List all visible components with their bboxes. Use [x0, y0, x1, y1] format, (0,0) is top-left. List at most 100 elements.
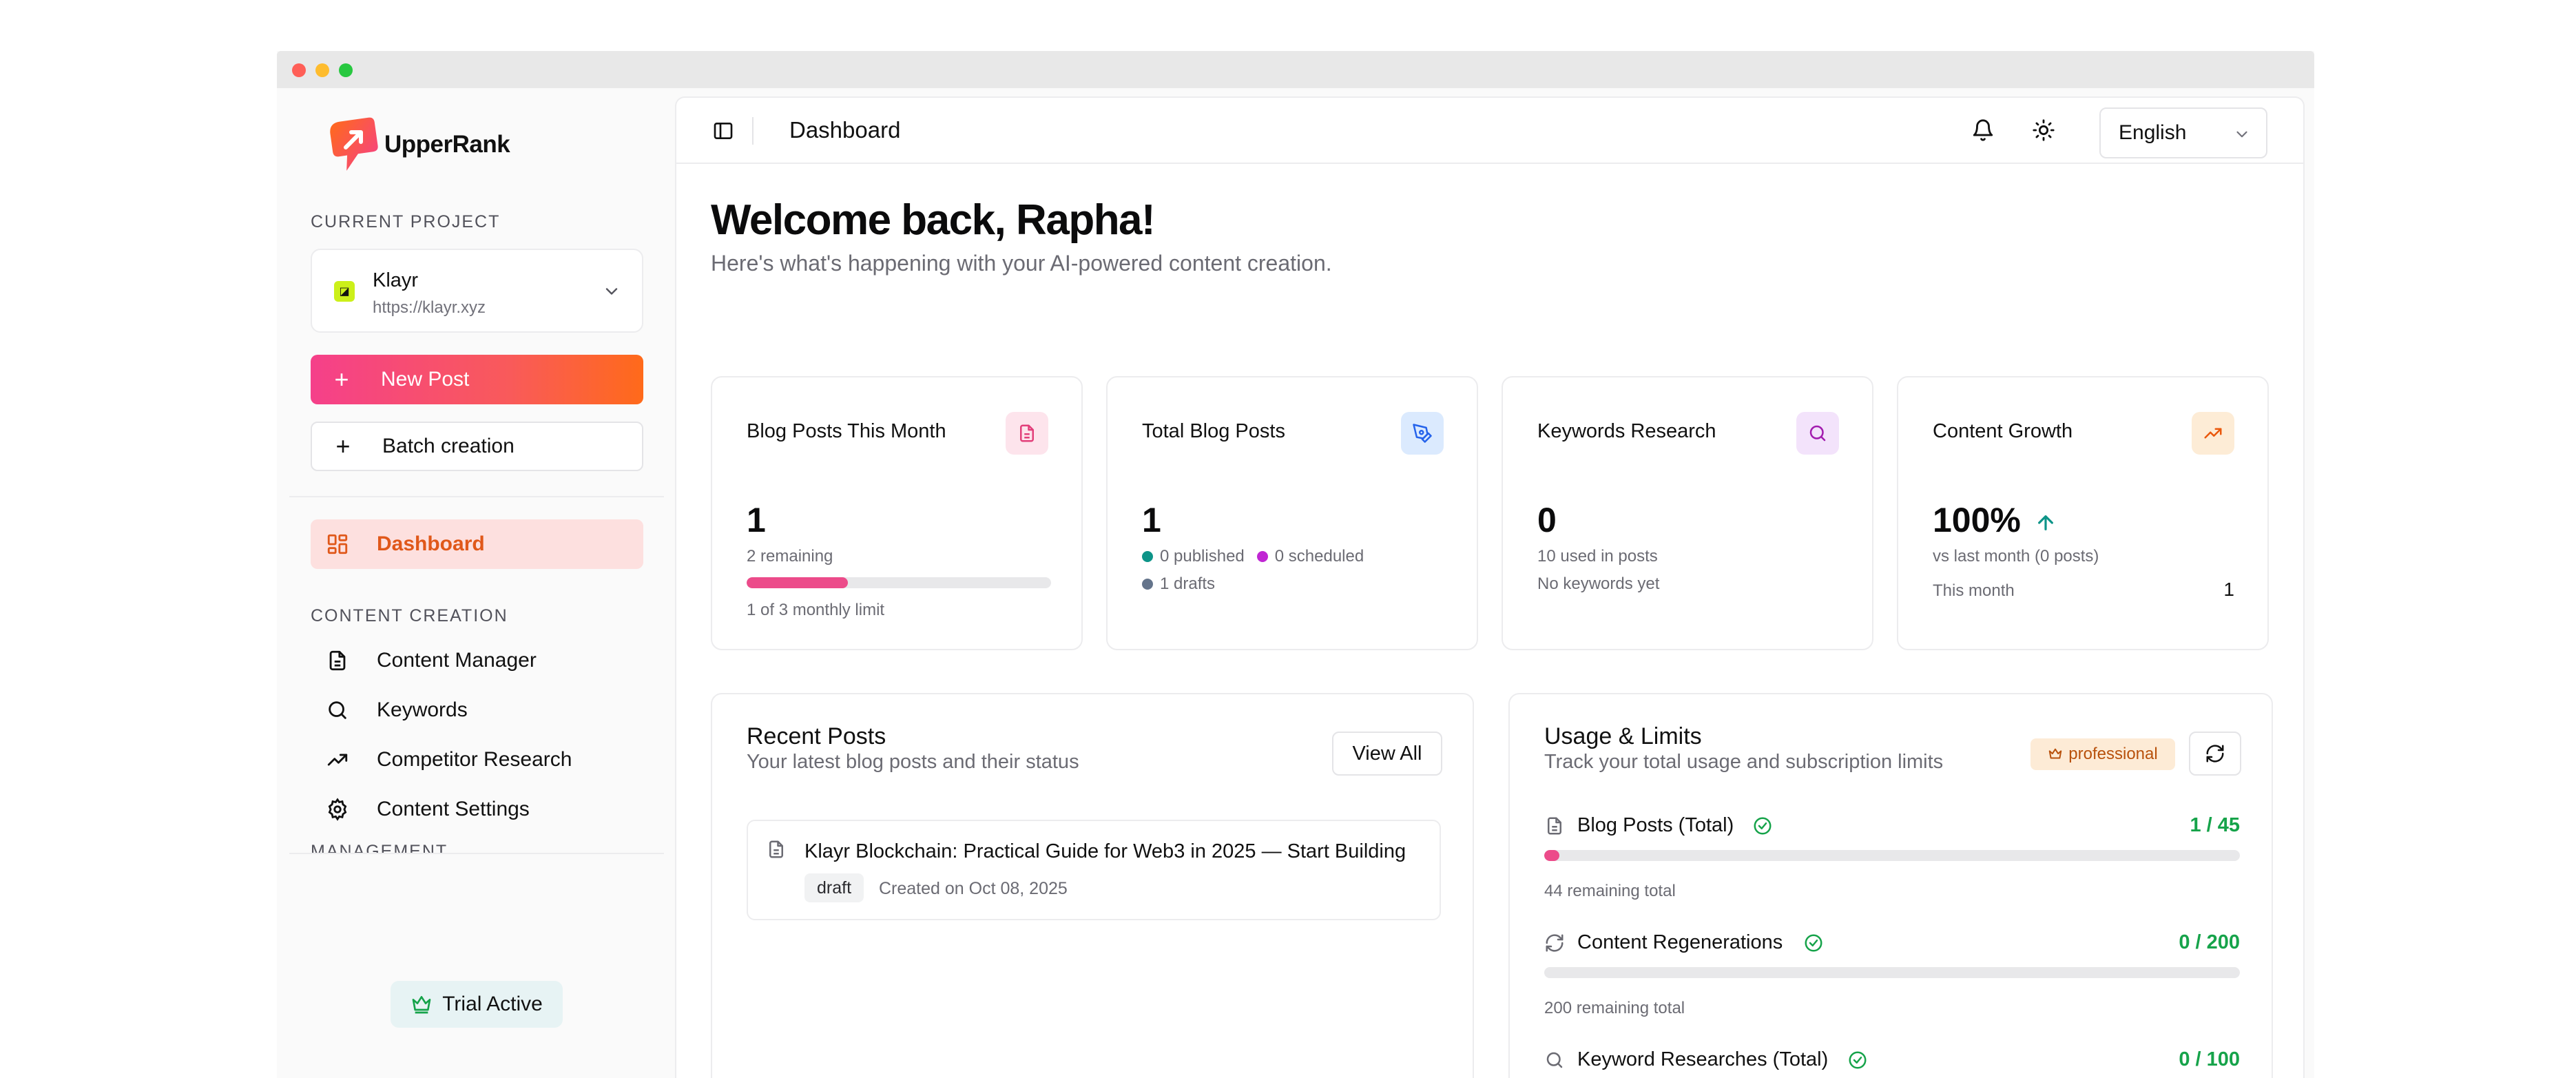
batch-creation-button[interactable]: + Batch creation	[311, 422, 643, 471]
panel-title: Recent Posts	[747, 723, 886, 749]
sidebar-item-label: Content Settings	[377, 798, 530, 820]
crown-icon	[412, 996, 431, 1014]
scheduled-count: 0 scheduled	[1274, 547, 1364, 566]
bell-icon[interactable]	[1971, 118, 1995, 142]
usage-label: Blog Posts (Total)	[1577, 814, 1734, 836]
check-circle-icon	[1805, 934, 1822, 952]
gear-icon	[328, 798, 347, 821]
stat-title: Total Blog Posts	[1142, 420, 1285, 442]
trial-label: Trial Active	[442, 993, 543, 1015]
stat-value: 1	[747, 501, 766, 539]
trending-up-icon	[327, 754, 348, 766]
refresh-button[interactable]	[2189, 732, 2241, 776]
usage-value: 0 / 100	[2179, 1048, 2240, 1070]
stat-card-content-growth: Content Growth 100% vs last month (0 pos…	[1897, 376, 2269, 650]
usage-value: 1 / 45	[2190, 814, 2240, 836]
brand-logo[interactable]: UpperRank	[329, 117, 510, 172]
stat-badge	[1401, 412, 1444, 455]
app-window: UpperRank CURRENT PROJECT ◪ Klayr https:…	[277, 51, 2314, 1078]
sidebar: UpperRank CURRENT PROJECT ◪ Klayr https:…	[277, 88, 676, 1078]
search-icon	[1546, 1052, 1563, 1068]
sidebar-item-content-settings[interactable]: Content Settings	[311, 788, 643, 831]
new-post-label: New Post	[381, 368, 470, 391]
trial-active-badge[interactable]: Trial Active	[391, 981, 563, 1028]
sidebar-item-keywords[interactable]: Keywords	[311, 689, 643, 732]
upperrank-logo-icon	[330, 117, 378, 171]
usage-progress	[1544, 850, 2240, 861]
stat-card-total-blog-posts: Total Blog Posts 1 0 published 0 schedule…	[1106, 376, 1478, 650]
document-icon	[769, 840, 783, 858]
project-selector[interactable]: ◪ Klayr https://klayr.xyz	[311, 249, 643, 333]
stat-empty: No keywords yet	[1537, 574, 1660, 593]
scheduled-dot	[1256, 551, 1268, 562]
project-url: https://klayr.xyz	[373, 298, 486, 317]
this-month-label: This month	[1933, 581, 2015, 600]
stat-value: 0	[1537, 501, 1557, 539]
sidebar-item-content-manager[interactable]: Content Manager	[311, 639, 643, 682]
sidebar-item-label: Keywords	[377, 698, 468, 721]
sidebar-item-label: Content Manager	[377, 649, 537, 672]
window-titlebar	[277, 51, 2314, 88]
plus-icon: +	[334, 365, 349, 393]
stat-badge	[1006, 412, 1048, 455]
project-name: Klayr	[373, 269, 419, 291]
close-window-button[interactable]	[292, 63, 306, 77]
usage-label: Content Regenerations	[1577, 931, 1783, 953]
stat-card-blog-posts-month: Blog Posts This Month 1 2 remaining 1 of…	[711, 376, 1083, 650]
check-circle-icon	[1754, 817, 1772, 835]
pen-tool-icon	[1413, 424, 1432, 443]
stat-title: Blog Posts This Month	[747, 420, 946, 442]
search-icon	[1809, 425, 1826, 442]
view-all-button[interactable]: View All	[1332, 732, 1442, 776]
sidebar-toggle-icon[interactable]	[712, 120, 734, 142]
stat-vs: vs last month (0 posts)	[1933, 547, 2099, 566]
check-circle-icon	[1849, 1051, 1867, 1069]
language-select[interactable]: English	[2099, 107, 2267, 158]
current-project-label: CURRENT PROJECT	[311, 212, 501, 231]
welcome-subtitle: Here's what's happening with your AI-pow…	[711, 251, 1332, 276]
sidebar-divider	[289, 853, 664, 854]
plus-icon: +	[335, 432, 351, 460]
drafts-count: 1 drafts	[1160, 574, 1216, 593]
usage-label: Keyword Researches (Total)	[1577, 1048, 1829, 1070]
panel-title: Usage & Limits	[1544, 723, 1702, 749]
recent-posts-panel: Recent Posts Your latest blog posts and …	[711, 693, 1474, 1078]
sun-icon[interactable]	[2032, 118, 2055, 142]
sidebar-divider	[289, 496, 664, 497]
stat-used: 10 used in posts	[1537, 547, 1658, 566]
sidebar-item-competitor-research[interactable]: Competitor Research	[311, 738, 643, 781]
refresh-icon	[1546, 934, 1564, 952]
progress-fill	[1544, 850, 1560, 861]
list-item[interactable]: Klayr Blockchain: Practical Guide for We…	[747, 820, 1441, 920]
stat-badge	[2192, 412, 2234, 455]
stat-value: 1	[1142, 501, 1161, 539]
maximize-window-button[interactable]	[339, 63, 353, 77]
monthly-limit-progress	[747, 577, 1051, 588]
management-label: MANAGEMENT	[311, 842, 448, 853]
drafts-dot	[1142, 579, 1153, 590]
document-icon	[1548, 817, 1561, 835]
status-badge: draft	[804, 873, 864, 902]
new-post-button[interactable]: + New Post	[311, 355, 643, 404]
brand-name: UpperRank	[384, 131, 510, 158]
sidebar-item-dashboard[interactable]: Dashboard	[311, 519, 643, 569]
language-value: English	[2119, 121, 2187, 144]
usage-limits-panel: Usage & Limits Track your total usage an…	[1508, 693, 2273, 1078]
project-icon: ◪	[334, 281, 355, 302]
batch-creation-label: Batch creation	[382, 435, 515, 457]
arrow-up-icon	[2037, 515, 2053, 530]
this-month-value: 1	[2223, 579, 2234, 600]
growth-value: 100%	[1933, 501, 2021, 539]
minimize-window-button[interactable]	[315, 63, 329, 77]
panel-subtitle: Your latest blog posts and their status	[747, 751, 1079, 773]
dashboard-grid-icon	[327, 534, 348, 554]
stat-drafts: 1 drafts	[1142, 574, 1227, 594]
published-count: 0 published	[1160, 547, 1245, 566]
document-icon	[329, 650, 346, 671]
refresh-icon	[2206, 745, 2224, 763]
welcome-heading: Welcome back, Rapha!	[711, 196, 1156, 244]
stat-value: 100%	[1933, 500, 2057, 540]
plan-badge: professional	[2030, 738, 2175, 770]
stat-limit-text: 1 of 3 monthly limit	[747, 601, 885, 619]
published-dot	[1142, 551, 1153, 562]
